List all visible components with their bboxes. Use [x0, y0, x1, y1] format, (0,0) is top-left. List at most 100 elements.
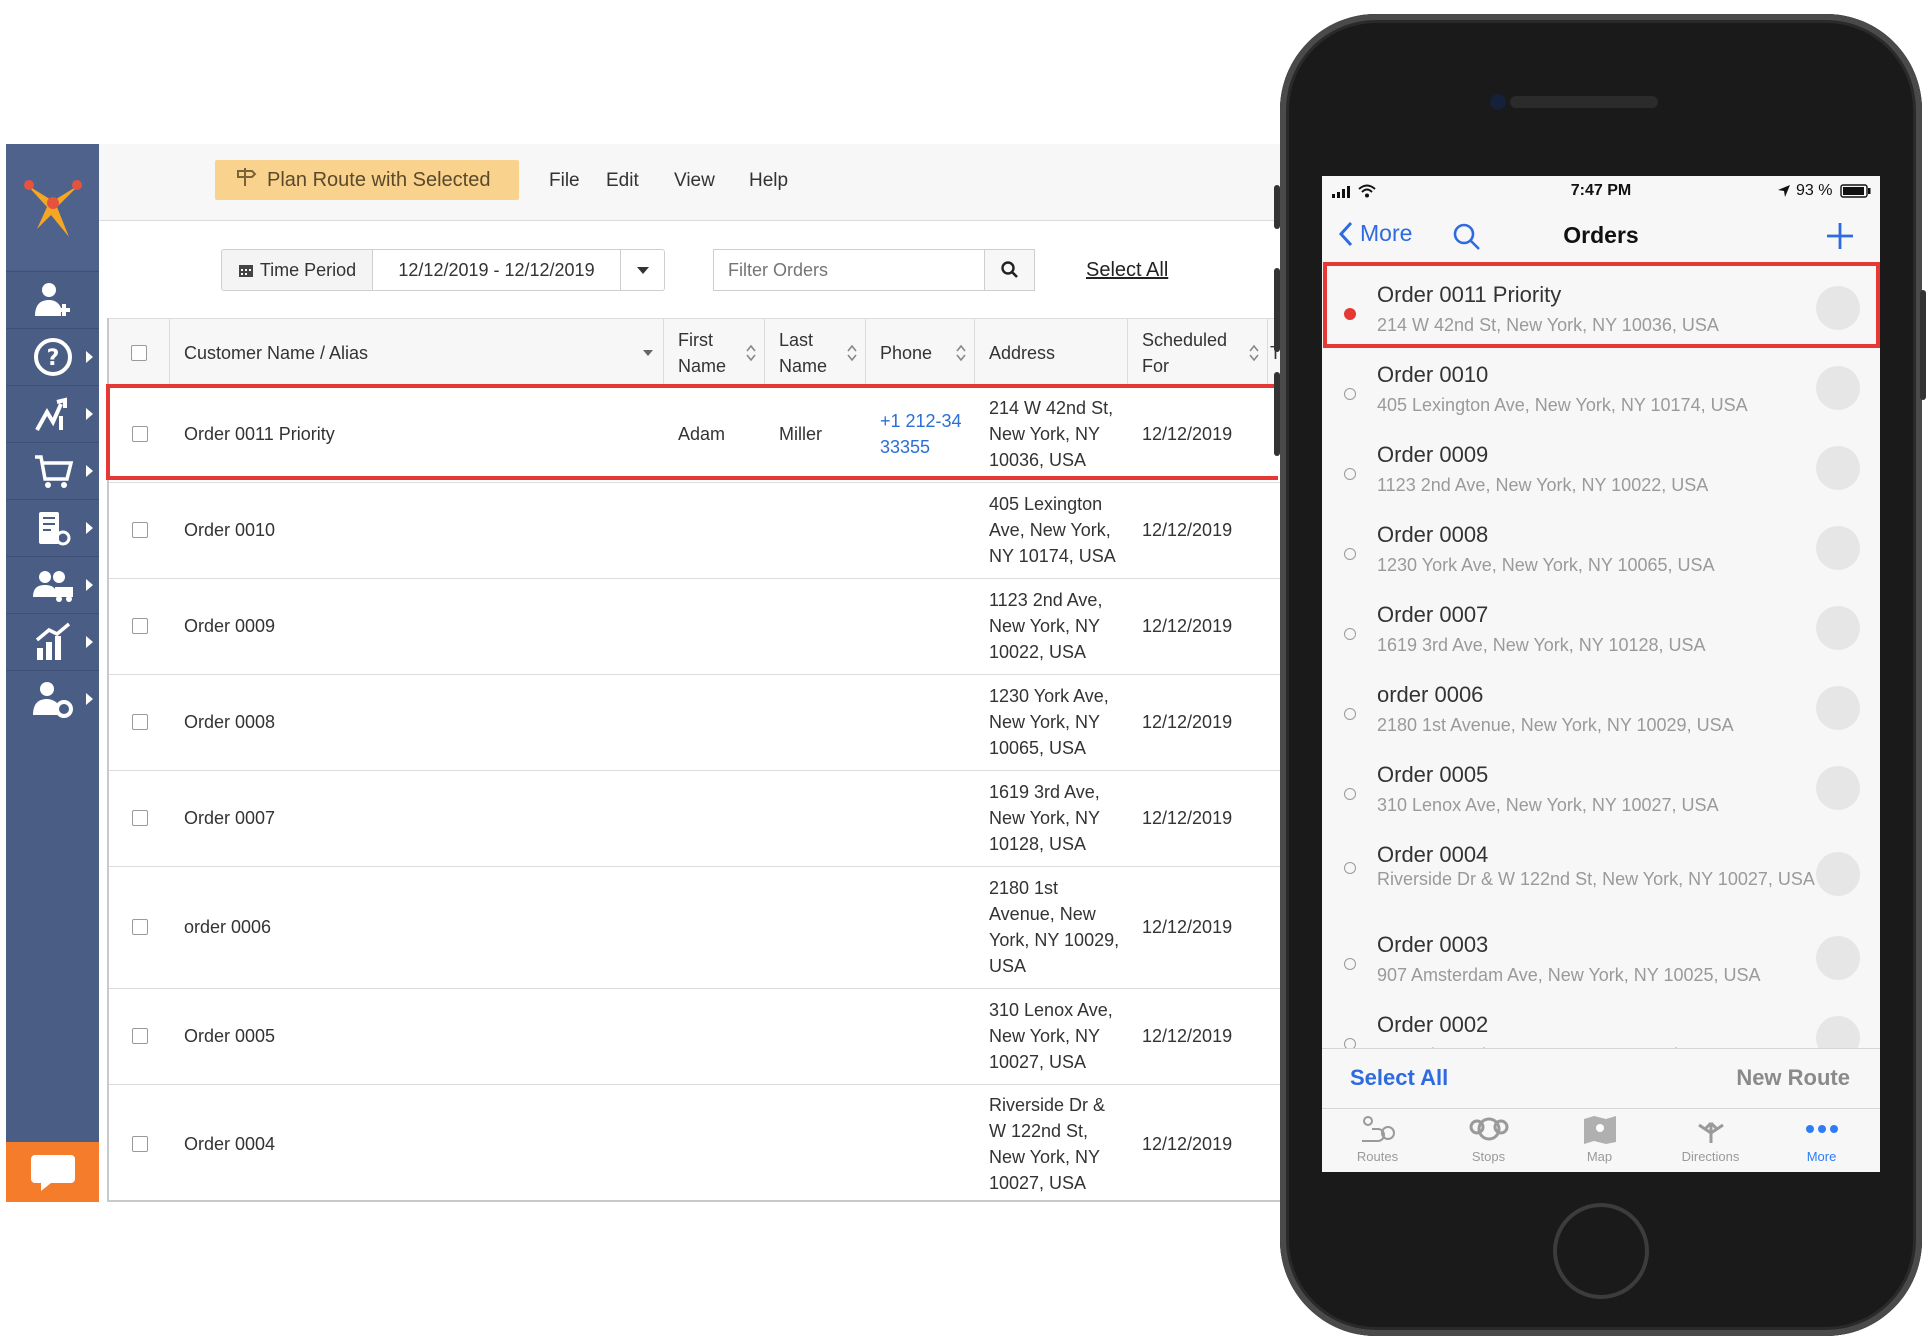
sidebar-item-settings[interactable] — [6, 670, 99, 727]
row-checkbox[interactable] — [131, 810, 148, 826]
row-checkbox[interactable] — [131, 1136, 148, 1152]
select-circle[interactable] — [1816, 686, 1860, 730]
status-dot-icon — [1344, 862, 1356, 874]
order-title: Order 0010 — [1377, 362, 1489, 387]
list-item[interactable]: Order 0005 310 Lenox Ave, New York, NY 10… — [1322, 748, 1880, 829]
filter-orders-input[interactable] — [713, 249, 985, 291]
sort-icon — [746, 344, 756, 362]
sidebar-item-add-customer[interactable] — [6, 271, 99, 328]
sidebar-item-help[interactable]: ? — [6, 328, 99, 385]
svg-text:?: ? — [46, 346, 59, 371]
select-circle[interactable] — [1816, 286, 1860, 330]
cell-customer: Order 0011 Priority — [184, 423, 335, 444]
list-item[interactable]: Order 0003 907 Amsterdam Ave, New York, N… — [1322, 918, 1880, 999]
header-last-name-label: Last Name — [779, 330, 828, 376]
list-item[interactable]: Order 0004 Riverside Dr & W 122nd St, New… — [1322, 828, 1880, 919]
header-select-all-checkbox-cell — [109, 319, 170, 387]
header-phone[interactable]: Phone — [866, 319, 975, 387]
phone-volume-down — [1274, 372, 1280, 456]
sidebar-item-team[interactable] — [6, 556, 99, 613]
plan-route-button[interactable]: Plan Route with Selected — [215, 160, 519, 200]
table-row[interactable]: Order 0007 1619 3rd Ave, New York, NY 101… — [109, 770, 1282, 867]
select-circle[interactable] — [1816, 766, 1860, 810]
row-checkbox[interactable] — [131, 1028, 148, 1044]
orders-grid: Customer Name / Alias First Name Last Na… — [107, 318, 1282, 1202]
tab-stops[interactable]: Stops — [1433, 1115, 1544, 1164]
header-scheduled[interactable]: Scheduled For — [1128, 319, 1268, 387]
chat-button[interactable] — [6, 1142, 99, 1202]
battery-icon — [1840, 184, 1871, 198]
menu-file[interactable]: File — [549, 170, 580, 192]
select-all-button[interactable]: Select All — [1350, 1065, 1448, 1091]
time-period-value[interactable]: 12/12/2019 - 12/12/2019 — [373, 249, 621, 291]
select-all-link[interactable]: Select All — [1086, 259, 1168, 282]
help-icon: ? — [33, 338, 72, 376]
header-customer[interactable]: Customer Name / Alias — [170, 319, 664, 387]
row-checkbox-cell — [109, 1084, 170, 1200]
status-dot-icon — [1344, 548, 1356, 560]
sidebar-item-analytics[interactable] — [6, 613, 99, 670]
menu-edit[interactable]: Edit — [606, 170, 639, 192]
table-row[interactable]: Order 0011 Priority Adam Miller +1 212-3433… — [109, 386, 1282, 483]
row-checkbox[interactable] — [131, 618, 148, 634]
table-row[interactable]: Order 0010 405 Lexington Ave, New York, N… — [109, 482, 1282, 579]
tab-more[interactable]: More — [1766, 1115, 1877, 1164]
time-period-button[interactable]: Time Period — [221, 249, 373, 291]
sort-icon — [1249, 344, 1259, 362]
header-address[interactable]: Address — [975, 319, 1128, 387]
list-item[interactable]: order 0006 2180 1st Avenue, New York, NY … — [1322, 668, 1880, 749]
cell-customer: Order 0007 — [184, 807, 276, 828]
status-dot-icon — [1344, 788, 1356, 800]
header-last-name[interactable]: Last Name — [765, 319, 866, 387]
row-checkbox-cell — [109, 578, 170, 674]
home-button[interactable] — [1553, 1203, 1649, 1299]
tab-map[interactable]: Map — [1544, 1115, 1655, 1164]
orders-list: Order 0011 Priority 214 W 42nd St, New Yo… — [1322, 268, 1880, 1079]
new-route-button[interactable]: New Route — [1736, 1065, 1850, 1091]
list-item[interactable]: Order 0010 405 Lexington Ave, New York, N… — [1322, 348, 1880, 429]
sidebar-item-scan[interactable] — [6, 499, 99, 556]
order-title: Order 0009 — [1377, 442, 1489, 467]
table-row[interactable]: Order 0008 1230 York Ave, New York, NY 10… — [109, 674, 1282, 771]
cell-phone-link[interactable]: +1 212-3433355 — [880, 408, 964, 460]
filter-search-button[interactable] — [985, 249, 1035, 291]
tab-directions[interactable]: Directions — [1655, 1115, 1766, 1164]
table-row[interactable]: Order 0005 310 Lenox Ave, New York, NY 10… — [109, 988, 1282, 1085]
cell-first-name: Adam — [678, 423, 726, 444]
select-circle[interactable] — [1816, 852, 1860, 896]
table-row[interactable]: Order 0009 1123 2nd Ave, New York, NY 100… — [109, 578, 1282, 675]
status-dot-icon — [1344, 958, 1356, 970]
time-period-dropdown[interactable] — [621, 249, 665, 291]
header-checkbox[interactable] — [131, 345, 147, 361]
header-first-name-label: First Name — [678, 330, 727, 376]
select-circle[interactable] — [1816, 526, 1860, 570]
list-item[interactable]: Order 0008 1230 York Ave, New York, NY 10… — [1322, 508, 1880, 589]
select-circle[interactable] — [1816, 446, 1860, 490]
select-circle[interactable] — [1816, 366, 1860, 410]
order-title: Order 0004 — [1377, 842, 1489, 867]
row-checkbox[interactable] — [131, 714, 148, 730]
row-checkbox[interactable] — [131, 919, 148, 935]
table-row[interactable]: order 0006 2180 1st Avenue, New York, NY … — [109, 866, 1282, 989]
web-app: ? Plan Route with Selected File Edit Vie… — [6, 144, 1282, 1202]
top-toolbar: Plan Route with Selected File Edit View … — [99, 144, 1280, 221]
sidebar-item-routes[interactable] — [6, 385, 99, 442]
menu-view[interactable]: View — [674, 170, 715, 192]
add-icon[interactable] — [1826, 222, 1854, 250]
menu-help[interactable]: Help — [749, 170, 788, 192]
phone-volume-up — [1274, 268, 1280, 352]
select-circle[interactable] — [1816, 936, 1860, 980]
more-tab-icon — [1805, 1125, 1838, 1133]
row-checkbox[interactable] — [131, 426, 148, 442]
sidebar-item-orders[interactable] — [6, 442, 99, 499]
list-item[interactable]: Order 0009 1123 2nd Ave, New York, NY 100… — [1322, 428, 1880, 509]
list-item[interactable]: Order 0007 1619 3rd Ave, New York, NY 101… — [1322, 588, 1880, 669]
row-checkbox[interactable] — [131, 522, 148, 538]
logo[interactable] — [6, 144, 99, 270]
select-circle[interactable] — [1816, 606, 1860, 650]
status-bar: 7:47 PM 93 % — [1322, 176, 1880, 206]
tab-routes[interactable]: Routes — [1322, 1115, 1433, 1164]
header-first-name[interactable]: First Name — [664, 319, 765, 387]
table-row[interactable]: Order 0004 Riverside Dr & W 122nd St, New… — [109, 1084, 1282, 1200]
list-item[interactable]: Order 0011 Priority 214 W 42nd St, New Yo… — [1322, 268, 1880, 349]
